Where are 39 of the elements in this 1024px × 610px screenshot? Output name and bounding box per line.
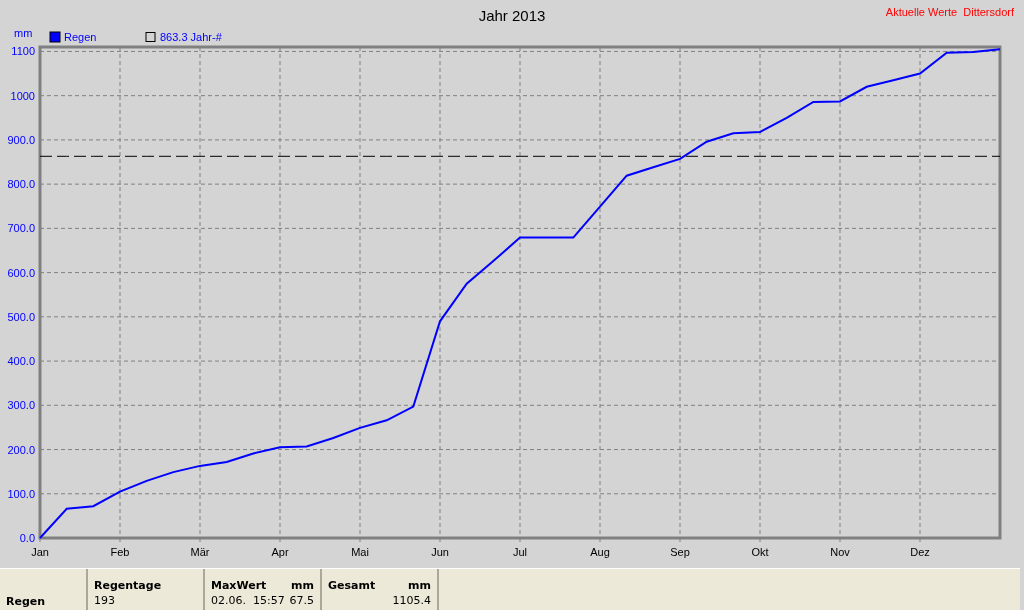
x-tick-label: Okt [751, 546, 769, 558]
x-tick-label: Jun [431, 546, 449, 558]
column-header: Regentage [94, 579, 162, 592]
y-tick-label: 1100 [11, 45, 35, 58]
x-tick-label: Aug [590, 546, 610, 558]
column-header: MaxWert [211, 579, 267, 592]
y-tick-label: 700.0 [7, 222, 35, 235]
x-tick-label: Nov [830, 546, 850, 558]
y-tick-label: 0.0 [19, 532, 35, 544]
y-tick-label: 400.0 [7, 355, 35, 368]
station-label: Aktuelle Werte Dittersdorf [885, 6, 1014, 18]
row-label: Regen [6, 595, 47, 608]
chart-title: Jahr 2013 [478, 7, 546, 24]
x-tick-label: Jul [512, 546, 528, 558]
y-tick-label: 800.0 [7, 178, 35, 191]
stat-value: 67.5 [289, 594, 314, 607]
x-tick-label: Jan [31, 546, 49, 558]
y-tick-label: 1000 [10, 89, 35, 102]
x-tick-label: Dez [910, 546, 930, 558]
x-tick-label: Mai [351, 546, 369, 558]
unit-label: mm [291, 579, 314, 592]
y-tick-label: 600.0 [7, 266, 35, 279]
y-tick-label: 500.0 [7, 310, 35, 323]
stat-value: 02.06. 15:57 [211, 594, 285, 607]
x-tick-label: Sep [670, 546, 690, 558]
x-tick-label: Mär [190, 546, 210, 558]
x-tick-label: Feb [110, 546, 130, 558]
y-tick-label: 100.0 [7, 487, 35, 500]
y-tick-label: 200.0 [7, 443, 35, 456]
column-header: Gesamt [328, 579, 376, 592]
stat-value: 193 [94, 594, 115, 607]
y-tick-label: 300.0 [7, 399, 35, 412]
legend-label: Regen [64, 31, 97, 43]
unit-label: mm [408, 579, 431, 592]
y-tick-label: 900.0 [7, 133, 35, 146]
x-tick-label: Apr [271, 546, 289, 558]
y-axis-label: mm [14, 27, 33, 39]
legend-label: 863.3 Jahr-# [160, 31, 222, 43]
stat-value: 1105.4 [392, 594, 431, 607]
